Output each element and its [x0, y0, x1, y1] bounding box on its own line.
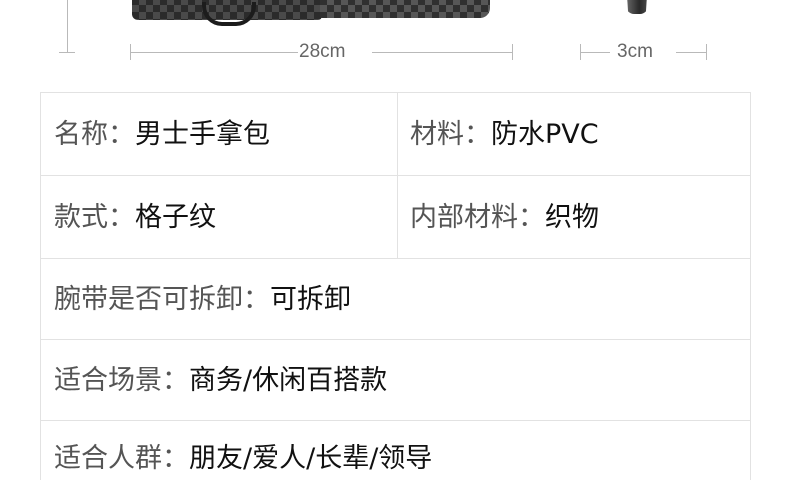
spec-cell-material: 材料： 防水PVC — [398, 93, 750, 175]
height-dimension-line — [67, 0, 68, 52]
spec-row-style-inner: 款式： 格子纹 内部材料： 织物 — [41, 176, 750, 259]
length-dimension-tick-right — [512, 44, 513, 60]
spec-value-name: 男士手拿包 — [135, 118, 270, 150]
clutch-bag-front-image-right — [320, 0, 490, 18]
spec-table: 名称： 男士手拿包 材料： 防水PVC 款式： 格子纹 内部材料： 织物 腕带是… — [40, 92, 751, 480]
spec-label-name: 名称： — [54, 118, 135, 150]
spec-cell-style: 款式： 格子纹 — [41, 176, 398, 258]
spec-row-occasion: 适合场景： 商务/休闲百搭款 — [41, 340, 750, 421]
product-spec-page: 28cm 3cm 名称： 男士手拿包 材料： 防水PVC 款式： 格子纹 内部材… — [0, 0, 790, 480]
spec-value-inner-material: 织物 — [545, 201, 599, 233]
spec-cell-inner-material: 内部材料： 织物 — [398, 176, 750, 258]
spec-label-inner-material: 内部材料： — [410, 201, 545, 233]
spec-label-wrist-strap: 腕带是否可拆卸： — [54, 283, 270, 315]
spec-cell-occasion: 适合场景： 商务/休闲百搭款 — [41, 340, 750, 420]
depth-dimension-line-left — [580, 52, 610, 53]
spec-row-name-material: 名称： 男士手拿包 材料： 防水PVC — [41, 93, 750, 176]
spec-label-audience: 适合人群： — [54, 443, 189, 474]
spec-row-wrist-strap: 腕带是否可拆卸： 可拆卸 — [41, 259, 750, 340]
spec-value-occasion: 商务/休闲百搭款 — [189, 364, 388, 396]
spec-value-material: 防水PVC — [491, 118, 599, 150]
spec-value-audience: 朋友/爱人/长辈/领导 — [189, 443, 433, 474]
height-dimension-tick — [59, 52, 75, 53]
length-dimension-label: 28cm — [299, 40, 346, 64]
length-dimension-line-left — [130, 52, 298, 53]
depth-dimension-tick-right — [706, 44, 707, 60]
clutch-bag-side-image — [626, 0, 648, 14]
length-dimension-line-right — [372, 52, 512, 53]
spec-value-wrist-strap: 可拆卸 — [270, 283, 351, 315]
depth-dimension-label: 3cm — [617, 40, 653, 64]
wrist-strap-image — [202, 2, 256, 26]
spec-value-style: 格子纹 — [135, 201, 216, 233]
spec-cell-audience: 适合人群： 朋友/爱人/长辈/领导 — [41, 421, 750, 480]
spec-label-material: 材料： — [410, 118, 491, 150]
depth-dimension-line-right — [676, 52, 706, 53]
spec-label-occasion: 适合场景： — [54, 364, 189, 396]
spec-cell-wrist-strap: 腕带是否可拆卸： 可拆卸 — [41, 259, 750, 339]
spec-row-audience: 适合人群： 朋友/爱人/长辈/领导 — [41, 421, 750, 480]
spec-cell-name: 名称： 男士手拿包 — [41, 93, 398, 175]
spec-label-style: 款式： — [54, 201, 135, 233]
